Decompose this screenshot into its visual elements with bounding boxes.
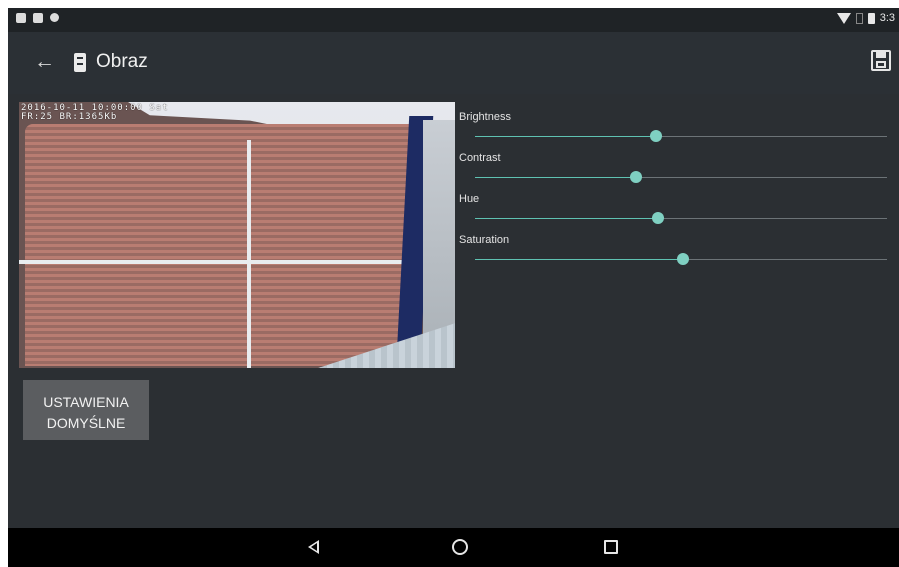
camera-preview: 2016-10-11 10:00:00 Sat FR:25 BR:1365Kb — [19, 102, 455, 368]
slider-thumb[interactable] — [629, 171, 642, 183]
slider-track[interactable] — [475, 171, 887, 183]
image-adjustments: Brightness Contrast Hue Saturation — [459, 111, 889, 275]
camera-window-frame — [19, 260, 417, 264]
slider-label: Hue — [459, 193, 480, 205]
slider-track[interactable] — [475, 130, 887, 142]
save-icon[interactable] — [871, 50, 891, 71]
slider-thumb[interactable] — [650, 130, 663, 142]
slider-track[interactable] — [475, 212, 887, 224]
slider-thumb[interactable] — [652, 212, 665, 224]
navigation-bar — [8, 528, 899, 567]
camera-osd: 2016-10-11 10:00:00 Sat FR:25 BR:1365Kb — [21, 104, 169, 122]
notification-icon — [16, 13, 26, 23]
app-bar: ← Obraz — [8, 32, 899, 94]
circle-home-icon[interactable] — [452, 539, 468, 555]
slider-fill — [475, 259, 684, 260]
status-bar: 3:3 — [8, 8, 899, 32]
status-time: 3:3 — [879, 12, 895, 24]
status-system: 3:3 — [836, 12, 895, 24]
saturation-slider[interactable]: Saturation — [459, 234, 889, 275]
notification-icon — [50, 13, 59, 22]
camera-blinds — [25, 124, 415, 366]
battery-icon — [867, 12, 875, 24]
slider-fill — [475, 218, 659, 219]
camera-window-frame — [247, 140, 251, 368]
reset-defaults-button[interactable]: USTAWIENIA DOMYŚLNE — [23, 380, 149, 440]
hue-slider[interactable]: Hue — [459, 193, 889, 234]
triangle-back-icon[interactable] — [308, 540, 319, 554]
slider-label: Brightness — [459, 111, 511, 123]
contrast-slider[interactable]: Contrast — [459, 152, 889, 193]
slider-track[interactable] — [475, 253, 887, 265]
slider-label: Saturation — [459, 234, 510, 246]
arrow-left-icon[interactable]: ← — [34, 51, 55, 72]
signal-icon — [855, 12, 863, 24]
page-title: Obraz — [96, 51, 148, 72]
slider-fill — [475, 177, 636, 178]
device-icon — [74, 53, 86, 72]
slider-label: Contrast — [459, 152, 501, 164]
device-screen: 3:3 ← Obraz 2016-10-11 10:00:00 Sat FR:2… — [8, 8, 899, 567]
notification-icon — [33, 13, 43, 23]
slider-thumb[interactable] — [677, 253, 690, 265]
square-recents-icon[interactable] — [604, 540, 618, 554]
main-content: 2016-10-11 10:00:00 Sat FR:25 BR:1365Kb … — [8, 94, 899, 528]
status-notifications — [16, 13, 59, 23]
slider-fill — [475, 136, 657, 137]
wifi-icon — [836, 12, 851, 24]
osd-line-2: FR:25 BR:1365Kb — [21, 112, 118, 122]
brightness-slider[interactable]: Brightness — [459, 111, 889, 152]
